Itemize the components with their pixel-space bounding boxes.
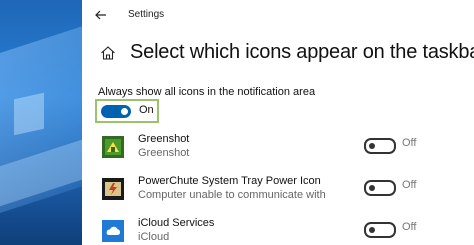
app-name: PowerChute System Tray Power Icon (138, 175, 321, 187)
toggle-switch-on[interactable] (101, 105, 131, 118)
list-item: Greenshot Greenshot Off (102, 133, 462, 167)
back-arrow-icon (95, 10, 106, 20)
greenshot-icon (102, 136, 124, 158)
toggle-knob (121, 108, 128, 115)
settings-window: Settings Select which icons appear on th… (82, 0, 474, 245)
toggle-knob (369, 227, 375, 233)
toggle-knob (369, 185, 375, 191)
home-icon[interactable] (100, 45, 116, 61)
app-description: Greenshot (138, 147, 190, 159)
icloud-icon (102, 220, 124, 242)
desktop-background (0, 0, 82, 245)
title-bar: Settings (82, 0, 474, 32)
toggle-state-label: On (139, 104, 154, 116)
app-name: Greenshot (138, 133, 190, 145)
toggle-state-label: Off (402, 137, 417, 149)
always-show-toggle[interactable]: On (95, 99, 159, 123)
page-title: Select which icons appear on the taskbar (130, 41, 474, 63)
toggle-state-label: Off (402, 179, 417, 191)
app-description: iCloud (138, 231, 170, 243)
toggle-state-label: Off (402, 221, 417, 233)
greenshot-toggle[interactable] (364, 138, 396, 154)
icloud-toggle[interactable] (364, 222, 396, 238)
always-show-label: Always show all icons in the notificatio… (98, 86, 316, 98)
powerchute-icon (102, 178, 124, 200)
toggle-knob (369, 143, 375, 149)
screen: Settings Select which icons appear on th… (0, 0, 474, 245)
app-name: iCloud Services (138, 217, 215, 229)
list-item: PowerChute System Tray Power Icon Comput… (102, 175, 462, 209)
window-title: Settings (128, 9, 165, 20)
app-description: Computer unable to communicate with (138, 189, 326, 201)
powerchute-toggle[interactable] (364, 180, 396, 196)
list-item: iCloud Services iCloud Off (102, 217, 462, 245)
wallpaper-window-pane (14, 92, 44, 136)
back-button[interactable] (92, 6, 110, 24)
